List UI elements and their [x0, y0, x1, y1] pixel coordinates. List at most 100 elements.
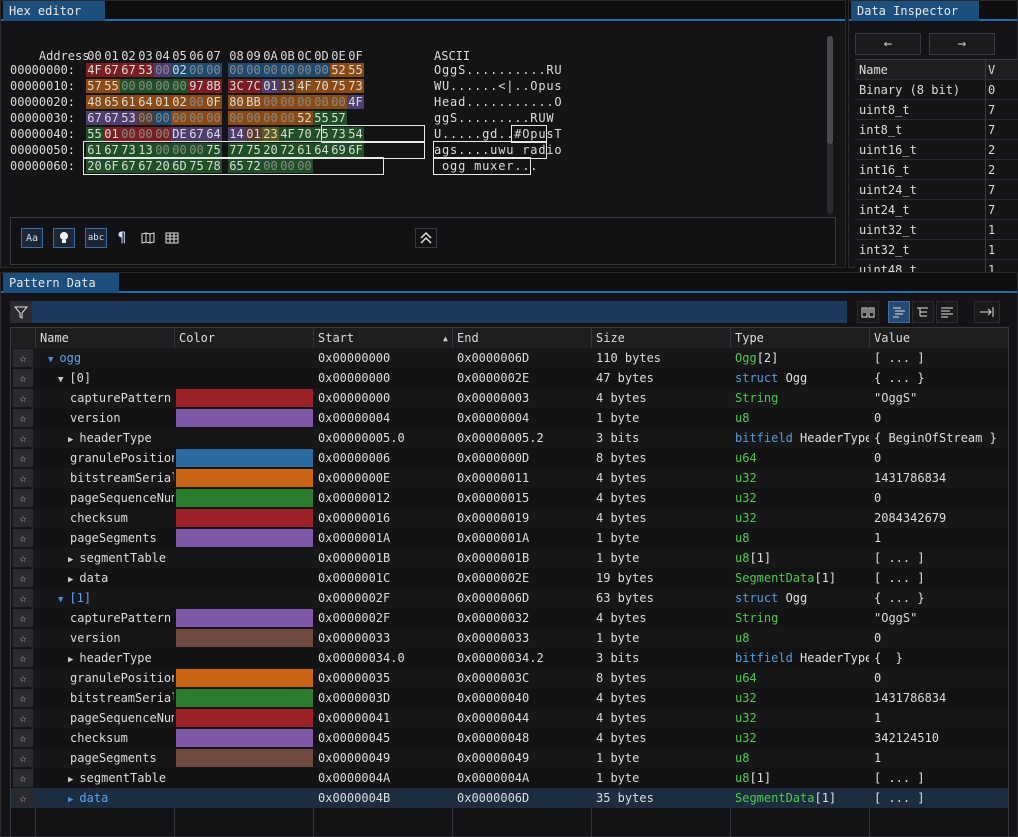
flat-list-icon[interactable] — [936, 301, 958, 323]
hex-byte[interactable]: 75 — [313, 127, 330, 141]
hex-byte[interactable]: 00 — [205, 63, 222, 77]
favorite-star-icon[interactable]: ☆ — [13, 449, 33, 467]
hex-byte[interactable]: 00 — [313, 95, 330, 109]
pattern-row[interactable]: ☆ pageSegments 0x00000049 0x00000049 1 byte u… — [11, 748, 1008, 768]
hex-byte[interactable]: 65 — [103, 95, 120, 109]
hex-byte[interactable]: 00 — [188, 143, 205, 157]
hex-byte[interactable]: 57 — [86, 79, 103, 93]
collapse-right-icon[interactable]: ▶ — [68, 795, 73, 805]
hex-byte[interactable]: 01 — [262, 79, 279, 93]
hex-byte[interactable]: 67 — [103, 111, 120, 125]
hex-byte[interactable]: 6F — [103, 159, 120, 173]
inspector-header-name[interactable]: Name — [859, 60, 888, 80]
hex-byte[interactable]: 00 — [262, 159, 279, 173]
ascii-column[interactable]: WU......<|..Opus — [434, 79, 562, 93]
pattern-name-cell[interactable]: pageSegments — [36, 748, 174, 768]
pattern-row[interactable]: ☆ version 0x00000033 0x00000033 1 byte u8 0 — [11, 628, 1008, 648]
hex-byte[interactable]: DE — [171, 127, 188, 141]
pattern-name-cell[interactable]: ▶ segmentTable — [36, 548, 174, 568]
collapse-right-icon[interactable]: ▶ — [68, 555, 73, 565]
abc-icon[interactable]: abc — [85, 228, 107, 248]
hex-byte[interactable]: 20 — [154, 159, 171, 173]
hex-byte[interactable]: 00 — [120, 127, 137, 141]
hex-byte[interactable]: 00 — [188, 111, 205, 125]
hex-byte[interactable]: 00 — [296, 95, 313, 109]
hex-byte[interactable]: 01 — [103, 127, 120, 141]
pattern-filter-input[interactable] — [10, 301, 847, 323]
hex-byte[interactable]: 02 — [171, 95, 188, 109]
hex-byte[interactable]: 00 — [245, 63, 262, 77]
hex-byte[interactable]: 00 — [120, 79, 137, 93]
hex-byte[interactable]: 00 — [262, 63, 279, 77]
pattern-row[interactable]: ☆ ▶ headerType 0x00000034.0 0x00000034.2 3 bi… — [11, 648, 1008, 668]
hex-byte[interactable]: 67 — [120, 63, 137, 77]
hex-byte[interactable]: 67 — [86, 111, 103, 125]
hex-byte[interactable]: 00 — [296, 63, 313, 77]
hex-byte[interactable]: 55 — [86, 127, 103, 141]
tab-data-inspector[interactable]: Data Inspector — [851, 1, 979, 21]
tab-pattern-data[interactable]: Pattern Data — [3, 273, 119, 293]
hex-byte[interactable]: 00 — [154, 63, 171, 77]
tab-hex-editor[interactable]: Hex editor — [3, 1, 105, 21]
column-header-value[interactable]: Value — [870, 328, 1008, 348]
hex-byte[interactable]: 53 — [120, 111, 137, 125]
favorite-star-icon[interactable]: ☆ — [13, 409, 33, 427]
pattern-name-cell[interactable]: ▶ data — [36, 568, 174, 588]
pattern-row[interactable]: ☆ granulePosition 0x00000035 0x0000003C 8 by… — [11, 668, 1008, 688]
pattern-row[interactable]: ☆ checksum 0x00000016 0x00000019 4 bytes u32 2… — [11, 508, 1008, 528]
hex-byte[interactable]: BB — [245, 95, 262, 109]
filter-icon[interactable] — [10, 301, 32, 323]
column-header-name[interactable]: Name — [36, 328, 174, 348]
pattern-name-cell[interactable]: ▼ [1] — [36, 588, 174, 608]
pattern-name-cell[interactable]: ▼ [0] — [36, 368, 174, 388]
hex-byte[interactable]: 6F — [347, 143, 364, 157]
pattern-row[interactable]: ☆ pageSequenceNumber 0x00000041 0x00000044 4… — [11, 708, 1008, 728]
pattern-row[interactable]: ☆ ▶ segmentTable 0x0000001B 0x0000001B 1 byte… — [11, 548, 1008, 568]
hex-byte[interactable]: 00 — [137, 79, 154, 93]
hex-byte[interactable]: 01 — [245, 127, 262, 141]
inspector-row[interactable]: int8_t 7 — [855, 120, 1018, 140]
hex-byte[interactable]: 69 — [330, 143, 347, 157]
hex-byte[interactable]: 14 — [228, 127, 245, 141]
hex-byte[interactable]: 0F — [205, 95, 222, 109]
hex-byte[interactable]: 4F — [296, 79, 313, 93]
pattern-name-cell[interactable]: granulePosition — [36, 448, 174, 468]
back-arrow-icon[interactable]: ← — [855, 33, 921, 55]
favorite-star-icon[interactable]: ☆ — [13, 589, 33, 607]
hex-byte[interactable]: 00 — [154, 111, 171, 125]
collapse-right-icon[interactable]: ▶ — [68, 655, 73, 665]
hex-byte[interactable]: 64 — [313, 143, 330, 157]
hex-byte[interactable]: 73 — [330, 127, 347, 141]
pattern-row[interactable]: ☆ pageSequenceNumber 0x00000012 0x00000015 4… — [11, 488, 1008, 508]
favorite-star-icon[interactable]: ☆ — [13, 789, 33, 807]
pattern-name-cell[interactable]: checksum — [36, 508, 174, 528]
pattern-row[interactable]: ☆ checksum 0x00000045 0x00000048 4 bytes u32 3… — [11, 728, 1008, 748]
hex-byte[interactable]: 73 — [347, 79, 364, 93]
pattern-row[interactable]: ☆ ▶ headerType 0x00000005.0 0x00000005.2 3 bi… — [11, 428, 1008, 448]
hex-byte[interactable]: 8B — [205, 79, 222, 93]
expand-down-icon[interactable]: ▼ — [48, 355, 53, 365]
column-header-start[interactable]: Start — [314, 328, 452, 348]
favorite-star-icon[interactable]: ☆ — [13, 529, 33, 547]
inspector-row[interactable]: uint32_t 1 — [855, 220, 1018, 240]
hex-byte[interactable]: 67 — [137, 159, 154, 173]
column-header-type[interactable]: Type — [731, 328, 869, 348]
hex-byte[interactable]: 6D — [171, 159, 188, 173]
inspector-row[interactable]: uint24_t 7 — [855, 180, 1018, 200]
pilcrow-icon[interactable]: ¶ — [111, 228, 133, 248]
hex-byte[interactable]: 00 — [279, 159, 296, 173]
pattern-name-cell[interactable]: ▶ data — [36, 788, 174, 808]
hex-byte[interactable]: 55 — [103, 79, 120, 93]
favorite-star-icon[interactable]: ☆ — [13, 469, 33, 487]
favorite-star-icon[interactable]: ☆ — [13, 689, 33, 707]
pattern-row[interactable]: ☆ capturePattern 0x0000002F 0x00000032 4 byt… — [11, 608, 1008, 628]
pattern-name-cell[interactable]: pageSegments — [36, 528, 174, 548]
hex-byte[interactable]: 01 — [154, 95, 171, 109]
hex-byte[interactable]: 70 — [296, 127, 313, 141]
hex-byte[interactable]: 72 — [279, 143, 296, 157]
favorite-star-icon[interactable]: ☆ — [13, 769, 33, 787]
favorite-star-icon[interactable]: ☆ — [13, 629, 33, 647]
hex-byte[interactable]: 67 — [120, 159, 137, 173]
hex-byte[interactable]: 54 — [347, 127, 364, 141]
hex-byte[interactable]: 02 — [171, 63, 188, 77]
